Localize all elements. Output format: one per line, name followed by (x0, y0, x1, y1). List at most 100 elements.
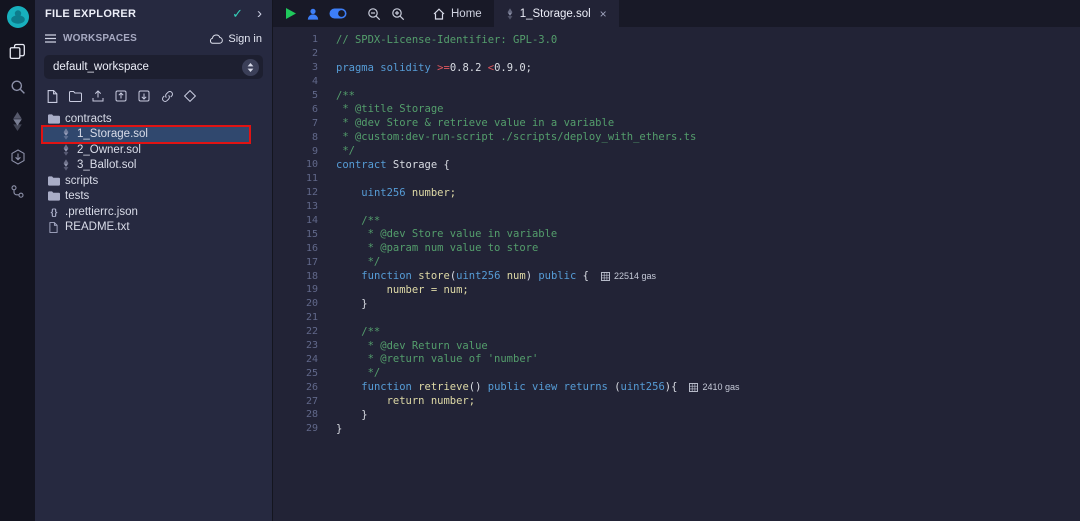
code-text: * @custom:dev-run-script ./scripts/deplo… (318, 131, 696, 143)
code-text: /** (318, 90, 355, 102)
code-text: number = num; (318, 284, 469, 296)
code-line-18[interactable]: 18 function store(uint256 num) public {2… (273, 269, 1080, 283)
code-line-17[interactable]: 17 */ (273, 255, 1080, 269)
code-editor[interactable]: 1// SPDX-License-Identifier: GPL-3.023pr… (273, 27, 1080, 521)
code-line-20[interactable]: 20 } (273, 297, 1080, 311)
line-number: 27 (273, 396, 318, 407)
tree-item-label: 2_Owner.sol (77, 144, 141, 156)
zoom-out-icon[interactable] (367, 7, 381, 21)
checkmark-icon[interactable]: ✓ (232, 6, 243, 22)
workspace-select-value: default_workspace (53, 61, 242, 73)
solidity-file-icon (59, 128, 72, 140)
workspace-select-arrows-icon[interactable] (242, 59, 259, 76)
import-icon[interactable] (137, 89, 151, 103)
tab-home[interactable]: Home (421, 0, 494, 27)
code-text: * @dev Return value (318, 340, 488, 352)
accounts-icon[interactable] (306, 7, 320, 21)
code-text: } (318, 409, 368, 421)
code-line-4[interactable]: 4 (273, 75, 1080, 89)
code-line-26[interactable]: 26 function retrieve() public view retur… (273, 380, 1080, 394)
tree-item-1-storage-sol[interactable]: 1_Storage.sol (43, 127, 249, 143)
tree-item--prettierrc-json[interactable]: { }.prettierrc.json (43, 204, 249, 220)
solidity-compiler-icon[interactable] (0, 104, 35, 139)
code-line-23[interactable]: 23 * @dev Return value (273, 339, 1080, 353)
hamburger-menu-icon[interactable] (45, 34, 56, 43)
code-text: * @dev Store value in variable (318, 228, 557, 240)
file-explorer-panel: FILE EXPLORER ✓ › WORKSPACES Sign in def… (35, 0, 273, 521)
toggle-icon[interactable] (329, 8, 347, 19)
gist-icon[interactable] (183, 89, 197, 103)
tree-item-contracts[interactable]: contracts (43, 111, 249, 127)
gas-grid-icon (601, 272, 610, 281)
upload-file-icon[interactable] (91, 89, 105, 103)
search-icon[interactable] (0, 69, 35, 104)
chevron-right-icon[interactable]: › (257, 6, 262, 21)
tree-item-label: 1_Storage.sol (77, 128, 148, 140)
tree-item-3-ballot-sol[interactable]: 3_Ballot.sol (43, 158, 249, 174)
file-explorer-icon[interactable] (0, 34, 35, 69)
line-number: 8 (273, 132, 318, 143)
code-line-25[interactable]: 25 */ (273, 366, 1080, 380)
code-text: * @param num value to store (318, 242, 538, 254)
tree-item-2-owner-sol[interactable]: 2_Owner.sol (43, 142, 249, 158)
gas-estimate-badge[interactable]: 22514 gas (601, 271, 656, 281)
code-line-10[interactable]: 10contract Storage { (273, 158, 1080, 172)
code-text: return number; (318, 395, 475, 407)
tree-item-label: 3_Ballot.sol (77, 159, 136, 171)
plugin-manager-icon[interactable] (0, 174, 35, 209)
code-line-21[interactable]: 21 (273, 311, 1080, 325)
play-icon[interactable] (284, 7, 297, 20)
tree-item-tests[interactable]: tests (43, 189, 249, 205)
code-line-3[interactable]: 3pragma solidity >=0.8.2 <0.9.0; (273, 61, 1080, 75)
folder-icon (47, 191, 60, 201)
link-icon[interactable] (160, 89, 174, 103)
code-line-9[interactable]: 9 */ (273, 144, 1080, 158)
code-line-5[interactable]: 5/** (273, 89, 1080, 103)
code-text: /** (318, 326, 380, 338)
new-file-icon[interactable] (45, 89, 59, 103)
code-line-7[interactable]: 7 * @dev Store & retrieve value in a var… (273, 116, 1080, 130)
code-line-22[interactable]: 22 /** (273, 325, 1080, 339)
workspace-select[interactable]: default_workspace (44, 55, 263, 79)
code-text: // SPDX-License-Identifier: GPL-3.0 (318, 34, 557, 46)
tree-item-label: README.txt (65, 221, 130, 233)
upload-folder-icon[interactable] (114, 89, 128, 103)
gas-grid-icon (689, 383, 698, 392)
gas-estimate-badge[interactable]: 2410 gas (689, 382, 739, 392)
code-line-28[interactable]: 28 } (273, 408, 1080, 422)
new-folder-icon[interactable] (68, 89, 82, 103)
solidity-file-icon (59, 159, 72, 171)
line-number: 1 (273, 34, 318, 45)
editor-zoom-controls (353, 0, 413, 27)
line-number: 7 (273, 118, 318, 129)
remix-ide-window: FILE EXPLORER ✓ › WORKSPACES Sign in def… (0, 0, 1080, 521)
code-line-27[interactable]: 27 return number; (273, 394, 1080, 408)
close-tab-icon[interactable]: × (600, 7, 607, 21)
code-line-2[interactable]: 2 (273, 47, 1080, 61)
code-line-16[interactable]: 16 * @param num value to store (273, 241, 1080, 255)
code-line-1[interactable]: 1// SPDX-License-Identifier: GPL-3.0 (273, 33, 1080, 47)
code-line-11[interactable]: 11 (273, 172, 1080, 186)
code-line-6[interactable]: 6 * @title Storage (273, 102, 1080, 116)
remix-logo[interactable] (0, 0, 35, 34)
code-line-29[interactable]: 29} (273, 422, 1080, 436)
code-line-15[interactable]: 15 * @dev Store value in variable (273, 227, 1080, 241)
deploy-run-icon[interactable] (0, 139, 35, 174)
code-line-12[interactable]: 12 uint256 number; (273, 186, 1080, 200)
code-line-8[interactable]: 8 * @custom:dev-run-script ./scripts/dep… (273, 130, 1080, 144)
code-line-19[interactable]: 19 number = num; (273, 283, 1080, 297)
line-number: 26 (273, 382, 318, 393)
tab-1-storage-sol[interactable]: 1_Storage.sol × (494, 0, 619, 27)
line-number: 28 (273, 409, 318, 420)
code-line-13[interactable]: 13 (273, 200, 1080, 214)
tree-item-readme-txt[interactable]: README.txt (43, 220, 249, 236)
line-number: 22 (273, 326, 318, 337)
zoom-in-icon[interactable] (391, 7, 405, 21)
line-number: 13 (273, 201, 318, 212)
code-line-24[interactable]: 24 * @return value of 'number' (273, 352, 1080, 366)
code-text: } (318, 423, 342, 435)
code-line-14[interactable]: 14 /** (273, 214, 1080, 228)
sign-in-button[interactable]: Sign in (209, 33, 262, 45)
tree-item-scripts[interactable]: scripts (43, 173, 249, 189)
line-number: 5 (273, 90, 318, 101)
